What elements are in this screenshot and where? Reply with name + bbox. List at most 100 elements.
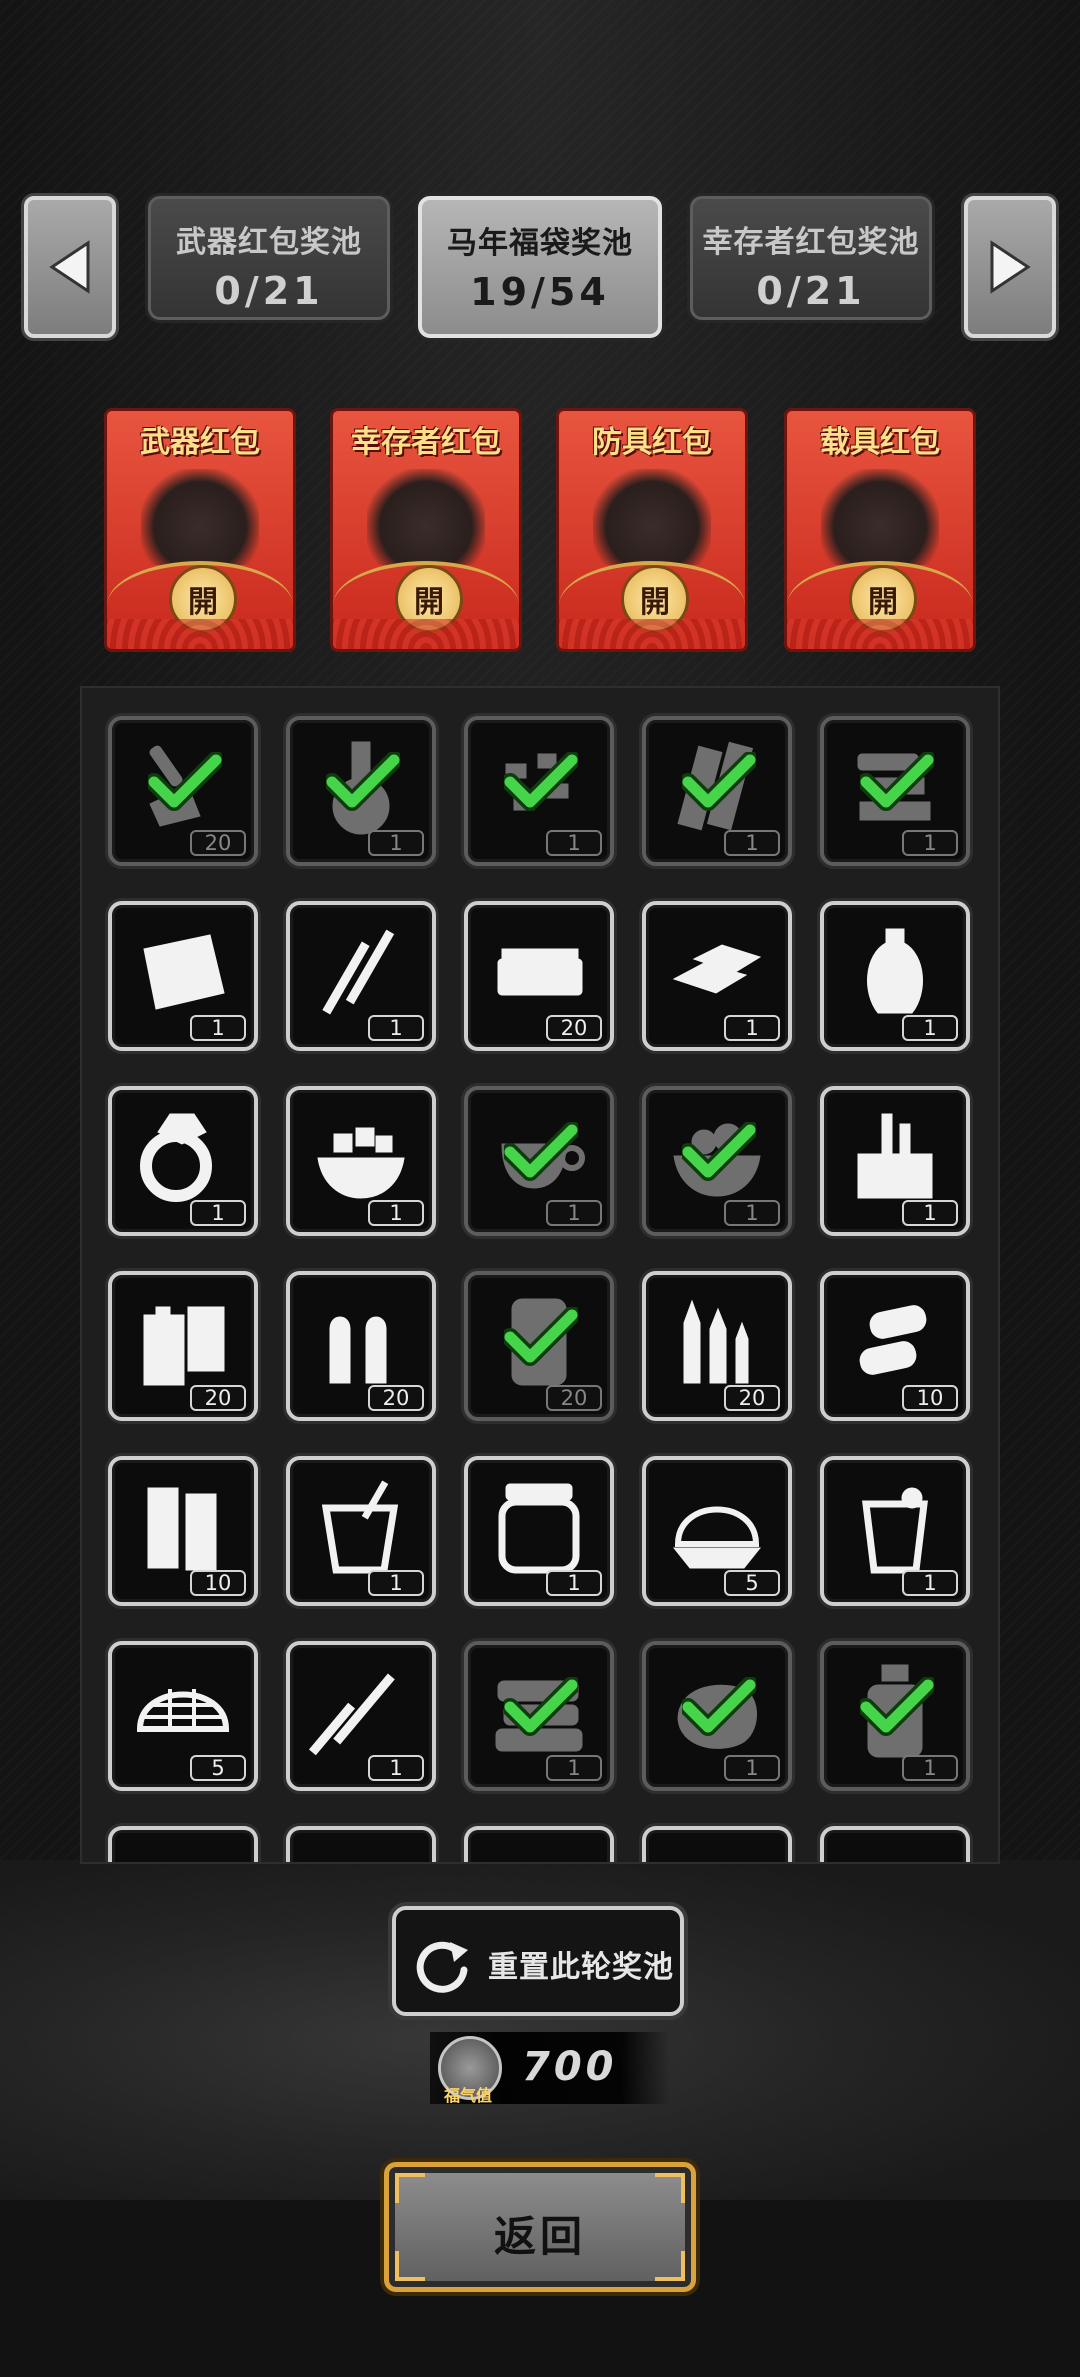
- item-quantity: 1: [546, 1200, 602, 1226]
- item-quantity: 1: [546, 1570, 602, 1596]
- item-quantity: 1: [902, 1570, 958, 1596]
- vehicle-art-icon: [821, 469, 939, 565]
- reward-item[interactable]: 20: [642, 1271, 792, 1421]
- gold-bars-icon: [672, 944, 762, 994]
- claw-icon: [308, 1673, 395, 1756]
- envelope-armor[interactable]: 防具红包 開: [556, 408, 748, 652]
- corner-ornament: [395, 2173, 425, 2203]
- reward-item[interactable]: 1: [108, 901, 258, 1051]
- reward-item[interactable]: 1: [464, 716, 614, 866]
- reward-item-partial[interactable]: [820, 1826, 970, 1862]
- checkmark-icon: [860, 752, 934, 811]
- reward-item[interactable]: 1: [464, 1641, 614, 1791]
- reward-item-partial[interactable]: [108, 1826, 258, 1862]
- envelope-weapon[interactable]: 武器红包 開: [104, 408, 296, 652]
- reward-item[interactable]: 1: [642, 901, 792, 1051]
- reward-item[interactable]: 10: [820, 1271, 970, 1421]
- checkmark-icon: [682, 752, 756, 811]
- vase-icon: [867, 928, 923, 1014]
- item-quantity: 1: [368, 1755, 424, 1781]
- item-quantity: 1: [368, 1015, 424, 1041]
- reward-grid[interactable]: 20 1 1 1 1 1 1 20 1 1 1 1 1 1 1 20 20 20 20 10 10 1 1 5 1 5 1 1 1 1: [80, 686, 1000, 1864]
- wave-pattern: [559, 619, 745, 649]
- item-quantity: 1: [368, 1200, 424, 1226]
- reward-item-partial[interactable]: [286, 1826, 436, 1862]
- wave-pattern: [107, 619, 293, 649]
- reward-item[interactable]: 1: [286, 1456, 436, 1606]
- reward-item[interactable]: 1: [642, 1641, 792, 1791]
- reward-item[interactable]: 1: [286, 1641, 436, 1791]
- envelope-title: 武器红包: [140, 425, 260, 460]
- pool-tab-count: 0/21: [214, 269, 324, 313]
- reset-label: 重置此轮奖池: [488, 1950, 674, 1985]
- luck-label: 福气值: [443, 2086, 492, 2105]
- checkmark-icon: [326, 752, 400, 811]
- item-quantity: 20: [190, 830, 246, 856]
- item-quantity: 1: [902, 1200, 958, 1226]
- reward-item[interactable]: 5: [642, 1456, 792, 1606]
- reward-item[interactable]: 20: [286, 1271, 436, 1421]
- pool-tab-count: 0/21: [756, 269, 866, 313]
- drink-cup-icon: [321, 1480, 399, 1574]
- item-quantity: 1: [546, 830, 602, 856]
- pool-tab-weapon[interactable]: 武器红包奖池 0/21: [148, 196, 390, 320]
- reward-item[interactable]: 20: [108, 1271, 258, 1421]
- wave-pattern: [333, 619, 519, 649]
- next-pool-button[interactable]: [964, 196, 1056, 338]
- envelope-vehicle[interactable]: 载具红包 開: [784, 408, 976, 652]
- net-icon: [136, 1689, 230, 1732]
- item-quantity: 1: [902, 1015, 958, 1041]
- armor-art-icon: [593, 469, 711, 565]
- reward-item[interactable]: 1: [286, 901, 436, 1051]
- reward-item[interactable]: 20: [464, 1271, 614, 1421]
- prev-pool-button[interactable]: [24, 196, 116, 338]
- reward-item[interactable]: 10: [108, 1456, 258, 1606]
- reward-item[interactable]: 1: [820, 1641, 970, 1791]
- back-button[interactable]: 返回: [384, 2162, 696, 2292]
- reward-item[interactable]: 20: [464, 901, 614, 1051]
- reward-item[interactable]: 1: [642, 716, 792, 866]
- reward-item[interactable]: 1: [464, 1456, 614, 1606]
- survivor-art-icon: [367, 469, 485, 565]
- pool-tab-horse-year[interactable]: 马年福袋奖池 19/54: [418, 196, 662, 338]
- cash-bundle-icon: [497, 948, 583, 996]
- pool-tab-survivor[interactable]: 幸存者红包奖池 0/21: [690, 196, 932, 320]
- pool-tab-count: 19/54: [470, 270, 610, 314]
- reset-pool-button[interactable]: 重置此轮奖池: [392, 1906, 684, 2016]
- item-quantity: 10: [190, 1570, 246, 1596]
- cloth-icon: [143, 934, 225, 1010]
- dome-net-icon: [672, 1506, 762, 1569]
- item-quantity: 1: [724, 830, 780, 856]
- item-quantity: 1: [902, 1755, 958, 1781]
- refresh-icon: [416, 1941, 468, 1993]
- reward-item[interactable]: 1: [286, 716, 436, 866]
- reward-item-partial[interactable]: [642, 1826, 792, 1862]
- reward-item[interactable]: 1: [464, 1086, 614, 1236]
- reward-item[interactable]: 1: [642, 1086, 792, 1236]
- item-quantity: 5: [190, 1755, 246, 1781]
- item-quantity: 20: [368, 1385, 424, 1411]
- sugar-bowl-icon: [317, 1127, 405, 1199]
- luck-value: 700: [522, 2044, 618, 2090]
- envelope-title: 幸存者红包: [351, 425, 501, 460]
- reward-item[interactable]: 1: [286, 1086, 436, 1236]
- reward-item[interactable]: 20: [108, 716, 258, 866]
- arrow-right-icon: [990, 240, 1031, 294]
- reward-item[interactable]: 5: [108, 1641, 258, 1791]
- reward-item[interactable]: 1: [820, 716, 970, 866]
- reward-item[interactable]: 1: [820, 1086, 970, 1236]
- reward-item[interactable]: 1: [820, 1456, 970, 1606]
- item-quantity: 1: [902, 830, 958, 856]
- reward-item[interactable]: 1: [820, 901, 970, 1051]
- pool-tab-name: 马年福袋奖池: [447, 226, 633, 261]
- toolbox-icon: [857, 1113, 933, 1199]
- envelope-title: 防具红包: [592, 425, 712, 460]
- item-quantity: 1: [546, 1755, 602, 1781]
- weapon-art-icon: [141, 469, 259, 565]
- pistol-ammo-icon: [329, 1316, 387, 1384]
- pool-tab-name: 武器红包奖池: [176, 225, 362, 260]
- shotgun-shells-icon: [859, 1305, 927, 1375]
- reward-item[interactable]: 1: [108, 1086, 258, 1236]
- envelope-survivor[interactable]: 幸存者红包 開: [330, 408, 522, 652]
- reward-item-partial[interactable]: [464, 1826, 614, 1862]
